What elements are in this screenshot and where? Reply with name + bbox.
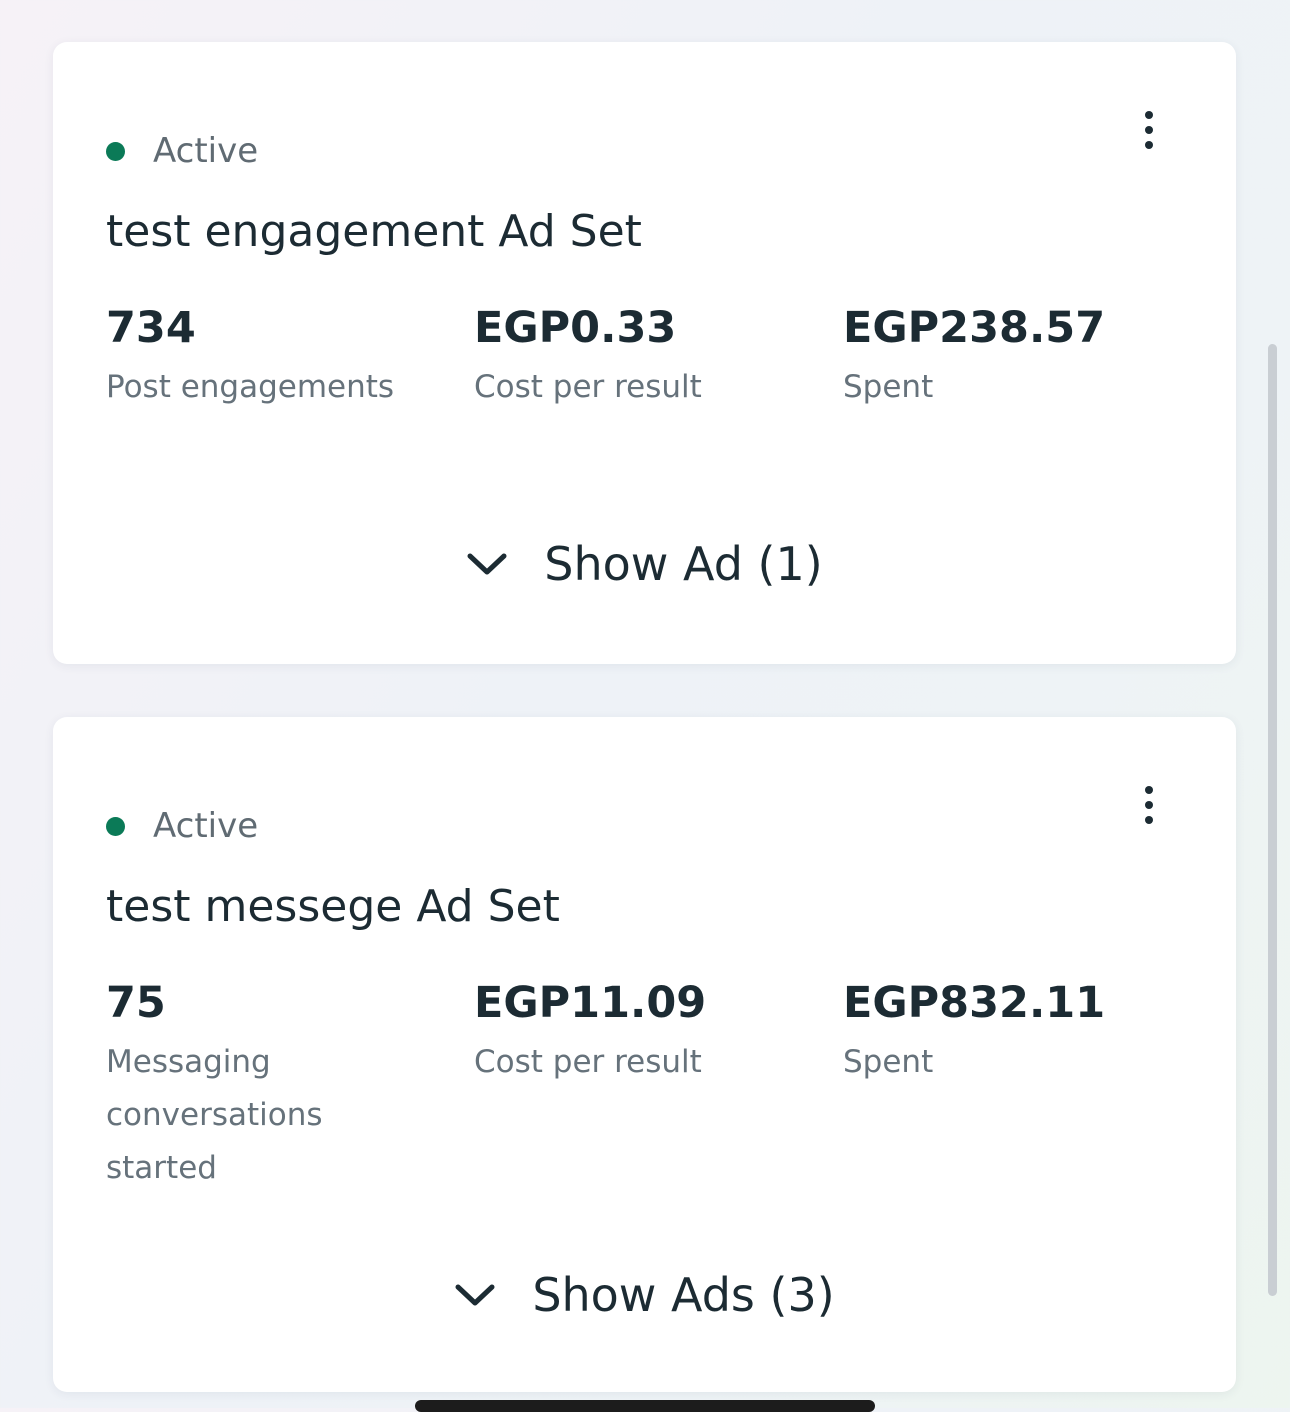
status-label: Active <box>153 806 259 846</box>
more-options-icon <box>1145 111 1153 119</box>
metric-value: EGP0.33 <box>474 303 677 353</box>
status-indicator: Active <box>106 126 258 176</box>
metric-spent: EGP832.11 Spent <box>843 973 1203 1089</box>
more-options-icon <box>1145 786 1153 794</box>
ad-set-name[interactable]: test messege Ad Set <box>106 881 560 932</box>
metric-label: Spent <box>843 369 934 405</box>
ad-set-name[interactable]: test engagement Ad Set <box>106 206 642 257</box>
scrollbar[interactable] <box>1268 344 1277 1296</box>
metric-label: Post engagements <box>106 369 395 405</box>
metric-value: EGP238.57 <box>843 303 1106 353</box>
metric-value: 734 <box>106 303 196 353</box>
metric-results: 75 Messaging conversations started <box>106 973 406 1195</box>
show-ads-button[interactable]: Show Ads (3) <box>53 1267 1236 1323</box>
metric-cost-per-result: EGP11.09 Cost per result <box>474 973 794 1089</box>
chevron-down-icon <box>455 1284 495 1306</box>
show-ads-label: Show Ads (3) <box>532 1268 835 1322</box>
more-options-button[interactable] <box>1123 773 1175 837</box>
more-options-button[interactable] <box>1123 98 1175 162</box>
metric-spent: EGP238.57 Spent <box>843 298 1203 414</box>
metric-cost-per-result: EGP0.33 Cost per result <box>474 298 794 414</box>
show-ads-button[interactable]: Show Ad (1) <box>53 536 1236 592</box>
metric-label: Messaging conversations started <box>106 1044 323 1186</box>
ad-set-card[interactable]: Active test engagement Ad Set 734 Post e… <box>53 42 1236 664</box>
ad-set-card[interactable]: Active test messege Ad Set 75 Messaging … <box>53 717 1236 1392</box>
metric-label: Cost per result <box>474 1044 702 1080</box>
chevron-down-icon <box>467 553 507 575</box>
home-indicator <box>415 1400 875 1412</box>
status-label: Active <box>153 131 259 171</box>
metric-label: Spent <box>843 1044 934 1080</box>
metric-value: EGP832.11 <box>843 978 1106 1028</box>
metric-value: 75 <box>106 978 166 1028</box>
status-indicator: Active <box>106 801 258 851</box>
metric-label: Cost per result <box>474 369 702 405</box>
status-dot-icon <box>106 816 125 836</box>
metric-results: 734 Post engagements <box>106 298 406 414</box>
show-ads-label: Show Ad (1) <box>544 537 823 591</box>
metric-value: EGP11.09 <box>474 978 707 1028</box>
status-dot-icon <box>106 141 125 161</box>
